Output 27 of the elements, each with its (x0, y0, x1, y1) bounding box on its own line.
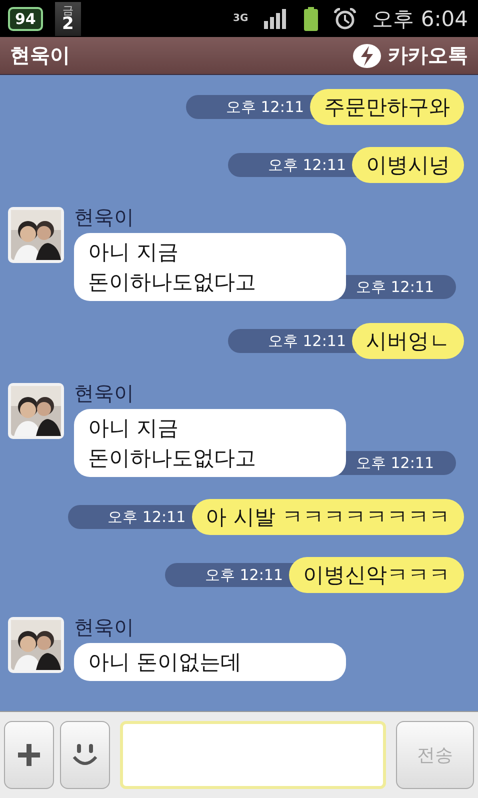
status-time: 오후 6:04 (372, 6, 468, 32)
sent-message-bubble: 시버엉ㄴ (352, 323, 464, 359)
add-button[interactable] (4, 721, 54, 789)
message-input-field[interactable] (120, 721, 386, 789)
app-name: 카카오톡 (388, 42, 468, 69)
sender-name: 현욱이 (74, 615, 135, 639)
smiley-icon (71, 742, 99, 768)
battery-icon (304, 6, 318, 30)
calendar-day: 금 (62, 4, 74, 16)
calendar-date: 2 (62, 16, 74, 32)
sender-name: 현욱이 (74, 205, 135, 229)
sent-message-bubble: 이병시넝 (352, 147, 464, 183)
sent-message-bubble: 주문만하구와 (310, 89, 464, 125)
signal-icon (264, 8, 288, 28)
plus-icon (15, 741, 43, 769)
network-type: 3G (232, 13, 248, 24)
emoticon-button[interactable] (60, 721, 110, 789)
chat-title: 현욱이 (10, 42, 70, 69)
received-message-bubble: 아니 지금 돈이하나도없다고 (74, 409, 346, 477)
sender-name: 현욱이 (74, 381, 135, 405)
received-message-bubble: 아니 돈이없는데 (74, 643, 346, 681)
sent-message-bubble: 이병신악ㅋㅋㅋ (289, 557, 464, 593)
lightning-logo-icon (352, 42, 382, 68)
sent-message-bubble: 아 시발 ㅋㅋㅋㅋㅋㅋㅋㅋ (192, 499, 464, 535)
battery-level-badge: 94 (8, 6, 43, 30)
received-message-bubble: 아니 지금 돈이하나도없다고 (74, 233, 346, 301)
alarm-clock-icon (334, 8, 356, 30)
